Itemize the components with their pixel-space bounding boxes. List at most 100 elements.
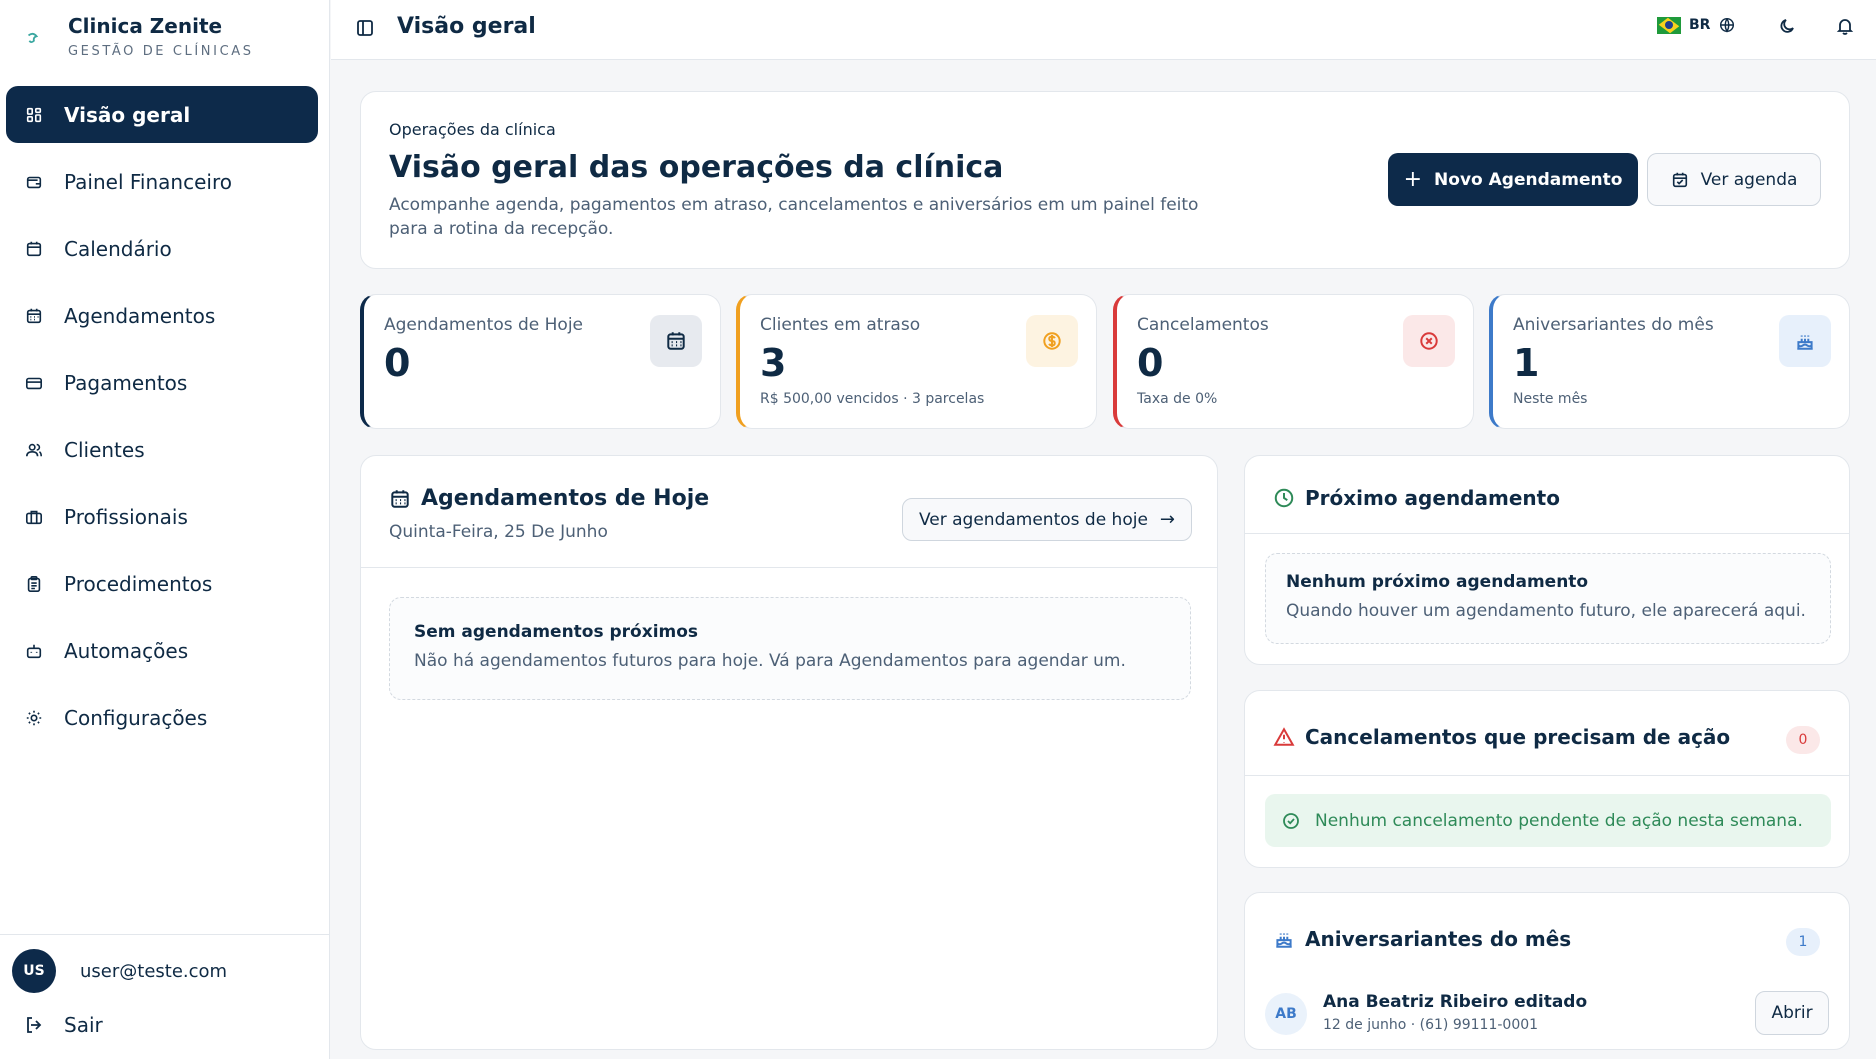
empty-text: Não há agendamentos futuros para hoje. V…: [414, 651, 1126, 671]
sidebar-toggle-button[interactable]: [355, 18, 375, 38]
sidebar-item-label: Calendário: [64, 236, 172, 261]
view-today-label: Ver agendamentos de hoje: [918, 509, 1148, 530]
sidebar-item-clientes[interactable]: Clientes: [6, 421, 318, 478]
new-appointment-button[interactable]: + Novo Agendamento: [1388, 153, 1638, 206]
calendar-check-icon: [1672, 172, 1687, 187]
birthdays-card: Aniversariantes do mês 1 AB Ana Beatriz …: [1244, 892, 1850, 1050]
hero-description: Acompanhe agenda, pagamentos em atraso, …: [389, 195, 1199, 239]
today-appointments-card: Agendamentos de Hoje Quinta-Feira, 25 De…: [360, 455, 1218, 1050]
logout-icon: [27, 1017, 42, 1033]
dollar-circle-icon: [1026, 315, 1078, 367]
sidebar-item-automacoes[interactable]: Automações: [6, 622, 318, 679]
gear-icon: [24, 708, 44, 728]
next-appointment-card: Próximo agendamento Nenhum próximo agend…: [1244, 455, 1850, 665]
brand-subtitle: GESTÃO DE CLÍNICAS: [68, 44, 254, 59]
page-title: Visão geral: [397, 14, 536, 39]
sidebar-item-label: Procedimentos: [64, 571, 213, 596]
stat-sub: R$ 500,00 vencidos · 3 parcelas: [760, 391, 985, 407]
sidebar-item-visao-geral[interactable]: Visão geral: [6, 86, 318, 143]
brazil-flag-icon: [1657, 16, 1681, 34]
user-menu[interactable]: US user@teste.com: [12, 949, 227, 993]
brand[interactable]: Clinica Zenite GESTÃO DE CLÍNICAS: [24, 14, 254, 59]
empty-title: Sem agendamentos próximos: [414, 622, 699, 642]
cancellations-count-badge: 0: [1786, 726, 1820, 754]
bell-icon: [1836, 19, 1854, 35]
new-appointment-label: Novo Agendamento: [1434, 169, 1623, 190]
sidebar-item-calendario[interactable]: Calendário: [6, 220, 318, 277]
brand-name: Clinica Zenite: [68, 14, 223, 38]
view-today-appointments-button[interactable]: Ver agendamentos de hoje →: [902, 498, 1192, 541]
birthdays-title-text: Aniversariantes do mês: [1305, 927, 1572, 951]
theme-toggle-button[interactable]: [1778, 16, 1800, 38]
sidebar-item-label: Painel Financeiro: [64, 169, 232, 194]
arrow-right-icon: →: [1159, 509, 1176, 530]
users-icon: [24, 440, 44, 460]
stat-card-cancellations[interactable]: Cancelamentos 0 Taxa de 0%: [1113, 294, 1474, 429]
sidebar-item-agendamentos[interactable]: Agendamentos: [6, 287, 318, 344]
sidebar-item-painel-financeiro[interactable]: Painel Financeiro: [6, 153, 318, 210]
check-circle-icon: [1283, 812, 1299, 829]
sidebar-item-label: Automações: [64, 638, 189, 663]
cancellations-title-text: Cancelamentos que precisam de ação: [1305, 725, 1731, 749]
clock-icon: [1274, 488, 1294, 508]
stat-label: Cancelamentos: [1137, 315, 1269, 335]
stat-card-birthdays[interactable]: Aniversariantes do mês 1 Neste mês: [1489, 294, 1850, 429]
stat-value: 0: [1137, 341, 1164, 385]
sidebar-item-profissionais[interactable]: Profissionais: [6, 488, 318, 545]
sidebar-item-label: Agendamentos: [64, 303, 216, 328]
logout-label: Sair: [64, 1013, 103, 1037]
stat-value: 1: [1513, 341, 1540, 385]
clipboard-icon: [24, 574, 44, 594]
alert-triangle-icon: [1273, 727, 1295, 746]
avatar: US: [12, 949, 56, 993]
birthdays-title: Aniversariantes do mês: [1273, 927, 1571, 951]
stat-card-clients-overdue[interactable]: Clientes em atraso 3 R$ 500,00 vencidos …: [736, 294, 1097, 429]
logout-button[interactable]: Sair: [24, 1013, 103, 1037]
sidebar-nav: Visão geral Painel Financeiro Calendário…: [6, 86, 318, 756]
bot-icon: [24, 641, 44, 661]
cake-icon: [1779, 315, 1831, 367]
birthdays-count-badge: 1: [1786, 928, 1820, 956]
stat-card-appointments-today[interactable]: Agendamentos de Hoje 0: [360, 294, 721, 429]
today-title-text: Agendamentos de Hoje: [421, 486, 710, 511]
sidebar-item-pagamentos[interactable]: Pagamentos: [6, 354, 318, 411]
wallet-icon: [24, 172, 44, 192]
x-circle-icon: [1403, 315, 1455, 367]
grid-icon: [24, 105, 44, 125]
success-text: Nenhum cancelamento pendente de ação nes…: [1315, 810, 1803, 831]
person-meta: 12 de junho · (61) 99111-0001: [1323, 1017, 1539, 1033]
divider: [361, 567, 1217, 568]
stat-label: Agendamentos de Hoje: [384, 315, 584, 335]
hero-eyebrow: Operações da clínica: [389, 120, 556, 139]
cancellations-title: Cancelamentos que precisam de ação: [1273, 725, 1730, 749]
sidebar-item-label: Configurações: [64, 705, 208, 730]
user-email: user@teste.com: [80, 960, 228, 982]
sidebar-item-procedimentos[interactable]: Procedimentos: [6, 555, 318, 612]
sidebar-item-label: Visão geral: [64, 102, 191, 127]
moon-icon: [1780, 19, 1794, 33]
view-schedule-label: Ver agenda: [1700, 169, 1798, 190]
calendar-days-icon: [24, 306, 44, 326]
empty-state: Sem agendamentos próximos Não há agendam…: [389, 597, 1191, 700]
today-date: Quinta-Feira, 25 De Junho: [389, 522, 608, 542]
stat-value: 3: [760, 341, 787, 385]
stat-sub: Neste mês: [1513, 391, 1588, 407]
avatar: AB: [1265, 993, 1307, 1035]
briefcase-icon: [24, 507, 44, 527]
topbar: Visão geral BR: [331, 0, 1876, 60]
view-schedule-button[interactable]: Ver agenda: [1647, 153, 1821, 206]
stat-value: 0: [384, 341, 411, 385]
open-client-button[interactable]: Abrir: [1755, 991, 1829, 1035]
globe-icon: [1720, 17, 1735, 33]
hero-title: Visão geral das operações da clínica: [389, 150, 1004, 185]
language-selector[interactable]: BR: [1657, 16, 1736, 34]
stat-label: Clientes em atraso: [760, 315, 921, 335]
sidebar-item-label: Clientes: [64, 437, 145, 462]
cake-icon: [1276, 933, 1292, 948]
notifications-button[interactable]: [1835, 16, 1857, 38]
divider: [1245, 775, 1849, 776]
empty-text: Quando houver um agendamento futuro, ele…: [1286, 601, 1806, 621]
calendar-icon: [24, 239, 44, 259]
today-appointments-title: Agendamentos de Hoje: [389, 486, 709, 511]
sidebar-item-configuracoes[interactable]: Configurações: [6, 689, 318, 746]
